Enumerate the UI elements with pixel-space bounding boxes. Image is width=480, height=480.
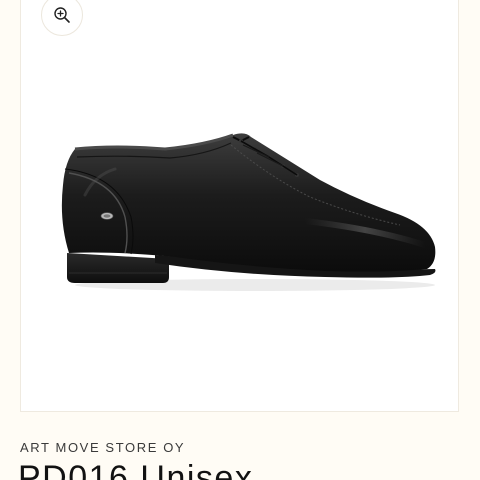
product-title: PD016 Unisex xyxy=(18,459,254,480)
zoom-in-icon xyxy=(54,7,70,23)
product-page: ART MOVE STORE OY PD016 Unisex xyxy=(0,0,480,480)
product-image[interactable] xyxy=(55,125,440,295)
product-vendor: ART MOVE STORE OY xyxy=(20,440,186,455)
